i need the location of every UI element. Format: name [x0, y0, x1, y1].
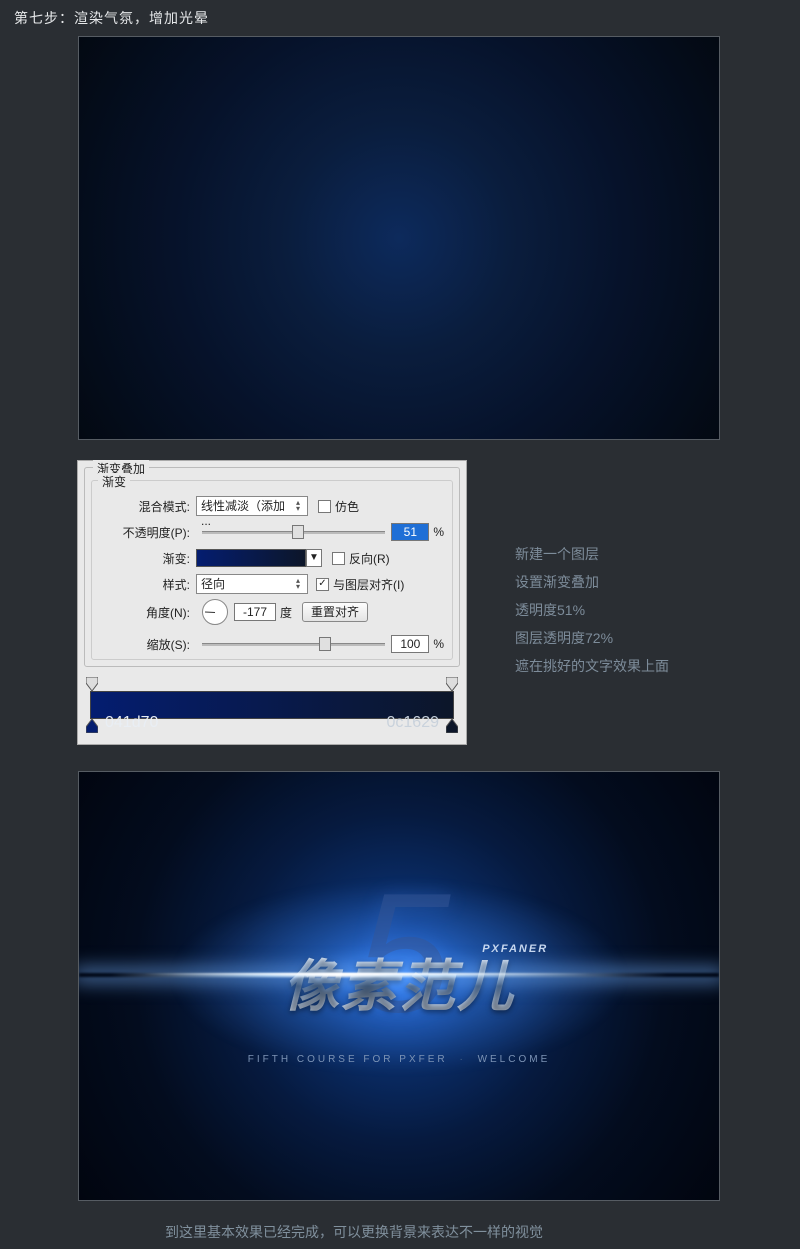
- reset-align-button[interactable]: 重置对齐: [302, 602, 368, 622]
- note-line: 设置渐变叠加: [515, 568, 669, 596]
- cn-title: 像素范儿: [283, 941, 515, 1022]
- angle-dial[interactable]: [202, 599, 228, 625]
- style-label: 样式:: [100, 576, 196, 593]
- sub-left: FIFTH COURSE FOR PXFER: [248, 1054, 448, 1065]
- sub-right: WELCOME: [478, 1054, 551, 1065]
- blend-mode-select[interactable]: 线性减淡（添加 ... ▴▾: [196, 496, 308, 516]
- step-title: 第七步：渲染气氛，增加光晕: [14, 8, 209, 28]
- opacity-input[interactable]: 51: [391, 523, 429, 541]
- gradient-overlay-panel: 渐变叠加 渐变 混合模式: 线性减淡（添加 ... ▴▾ 仿色 不透明度(P):…: [77, 460, 467, 745]
- subline: FIFTH COURSE FOR PXFER · WELCOME: [248, 1054, 550, 1065]
- gradient-label: 渐变:: [100, 550, 196, 567]
- dither-checkbox[interactable]: [318, 500, 331, 513]
- note-line: 透明度51%: [515, 596, 669, 624]
- sub-dash: ·: [459, 1054, 465, 1065]
- reverse-checkbox[interactable]: [332, 552, 345, 565]
- final-preview: 5 像素范儿 PXFANER FIFTH COURSE FOR PXFER · …: [78, 771, 720, 1201]
- percent-label: %: [433, 525, 444, 539]
- angle-input[interactable]: -177: [234, 603, 276, 621]
- gradient-dropdown-icon[interactable]: ▼: [306, 549, 322, 567]
- gradient-preview: [78, 36, 720, 440]
- note-line: 新建一个图层: [515, 540, 669, 568]
- side-notes: 新建一个图层 设置渐变叠加 透明度51% 图层透明度72% 遮在挑好的文字效果上…: [515, 540, 669, 680]
- reverse-label: 反向(R): [349, 550, 390, 567]
- footer-text: 到这里基本效果已经完成，可以更换背景来表达不一样的视觉: [165, 1222, 543, 1242]
- align-label: 与图层对齐(I): [333, 576, 404, 593]
- hex-right: 0c1629: [387, 714, 440, 732]
- dither-label: 仿色: [335, 498, 359, 515]
- scale-label: 缩放(S):: [100, 636, 196, 653]
- blend-mode-label: 混合模式:: [100, 498, 196, 515]
- panel-inner-title: 渐变: [98, 473, 130, 490]
- angle-label: 角度(N):: [100, 604, 196, 621]
- angle-unit: 度: [280, 604, 292, 621]
- style-value: 径向: [201, 577, 225, 591]
- color-stop-right[interactable]: [446, 719, 458, 733]
- align-checkbox[interactable]: [316, 578, 329, 591]
- note-line: 图层透明度72%: [515, 624, 669, 652]
- scale-slider[interactable]: [202, 640, 385, 648]
- gradient-swatch[interactable]: [196, 549, 306, 567]
- color-stop-left[interactable]: [86, 719, 98, 733]
- gradient-editor: 041d70 0c1629: [84, 675, 460, 737]
- select-arrows-icon: ▴▾: [291, 499, 305, 513]
- percent-label: %: [433, 637, 444, 651]
- hex-left: 041d70: [105, 714, 158, 732]
- en-badge: PXFANER: [482, 943, 548, 955]
- note-line: 遮在挑好的文字效果上面: [515, 652, 669, 680]
- opacity-slider[interactable]: [202, 528, 385, 536]
- lens-flare-core: [143, 973, 591, 975]
- opacity-label: 不透明度(P):: [100, 524, 196, 541]
- opacity-stop-right[interactable]: [446, 677, 458, 691]
- scale-input[interactable]: 100: [391, 635, 429, 653]
- select-arrows-icon: ▴▾: [291, 577, 305, 591]
- gradient-bar[interactable]: 041d70 0c1629: [90, 691, 454, 719]
- opacity-stop-left[interactable]: [86, 677, 98, 691]
- style-select[interactable]: 径向 ▴▾: [196, 574, 308, 594]
